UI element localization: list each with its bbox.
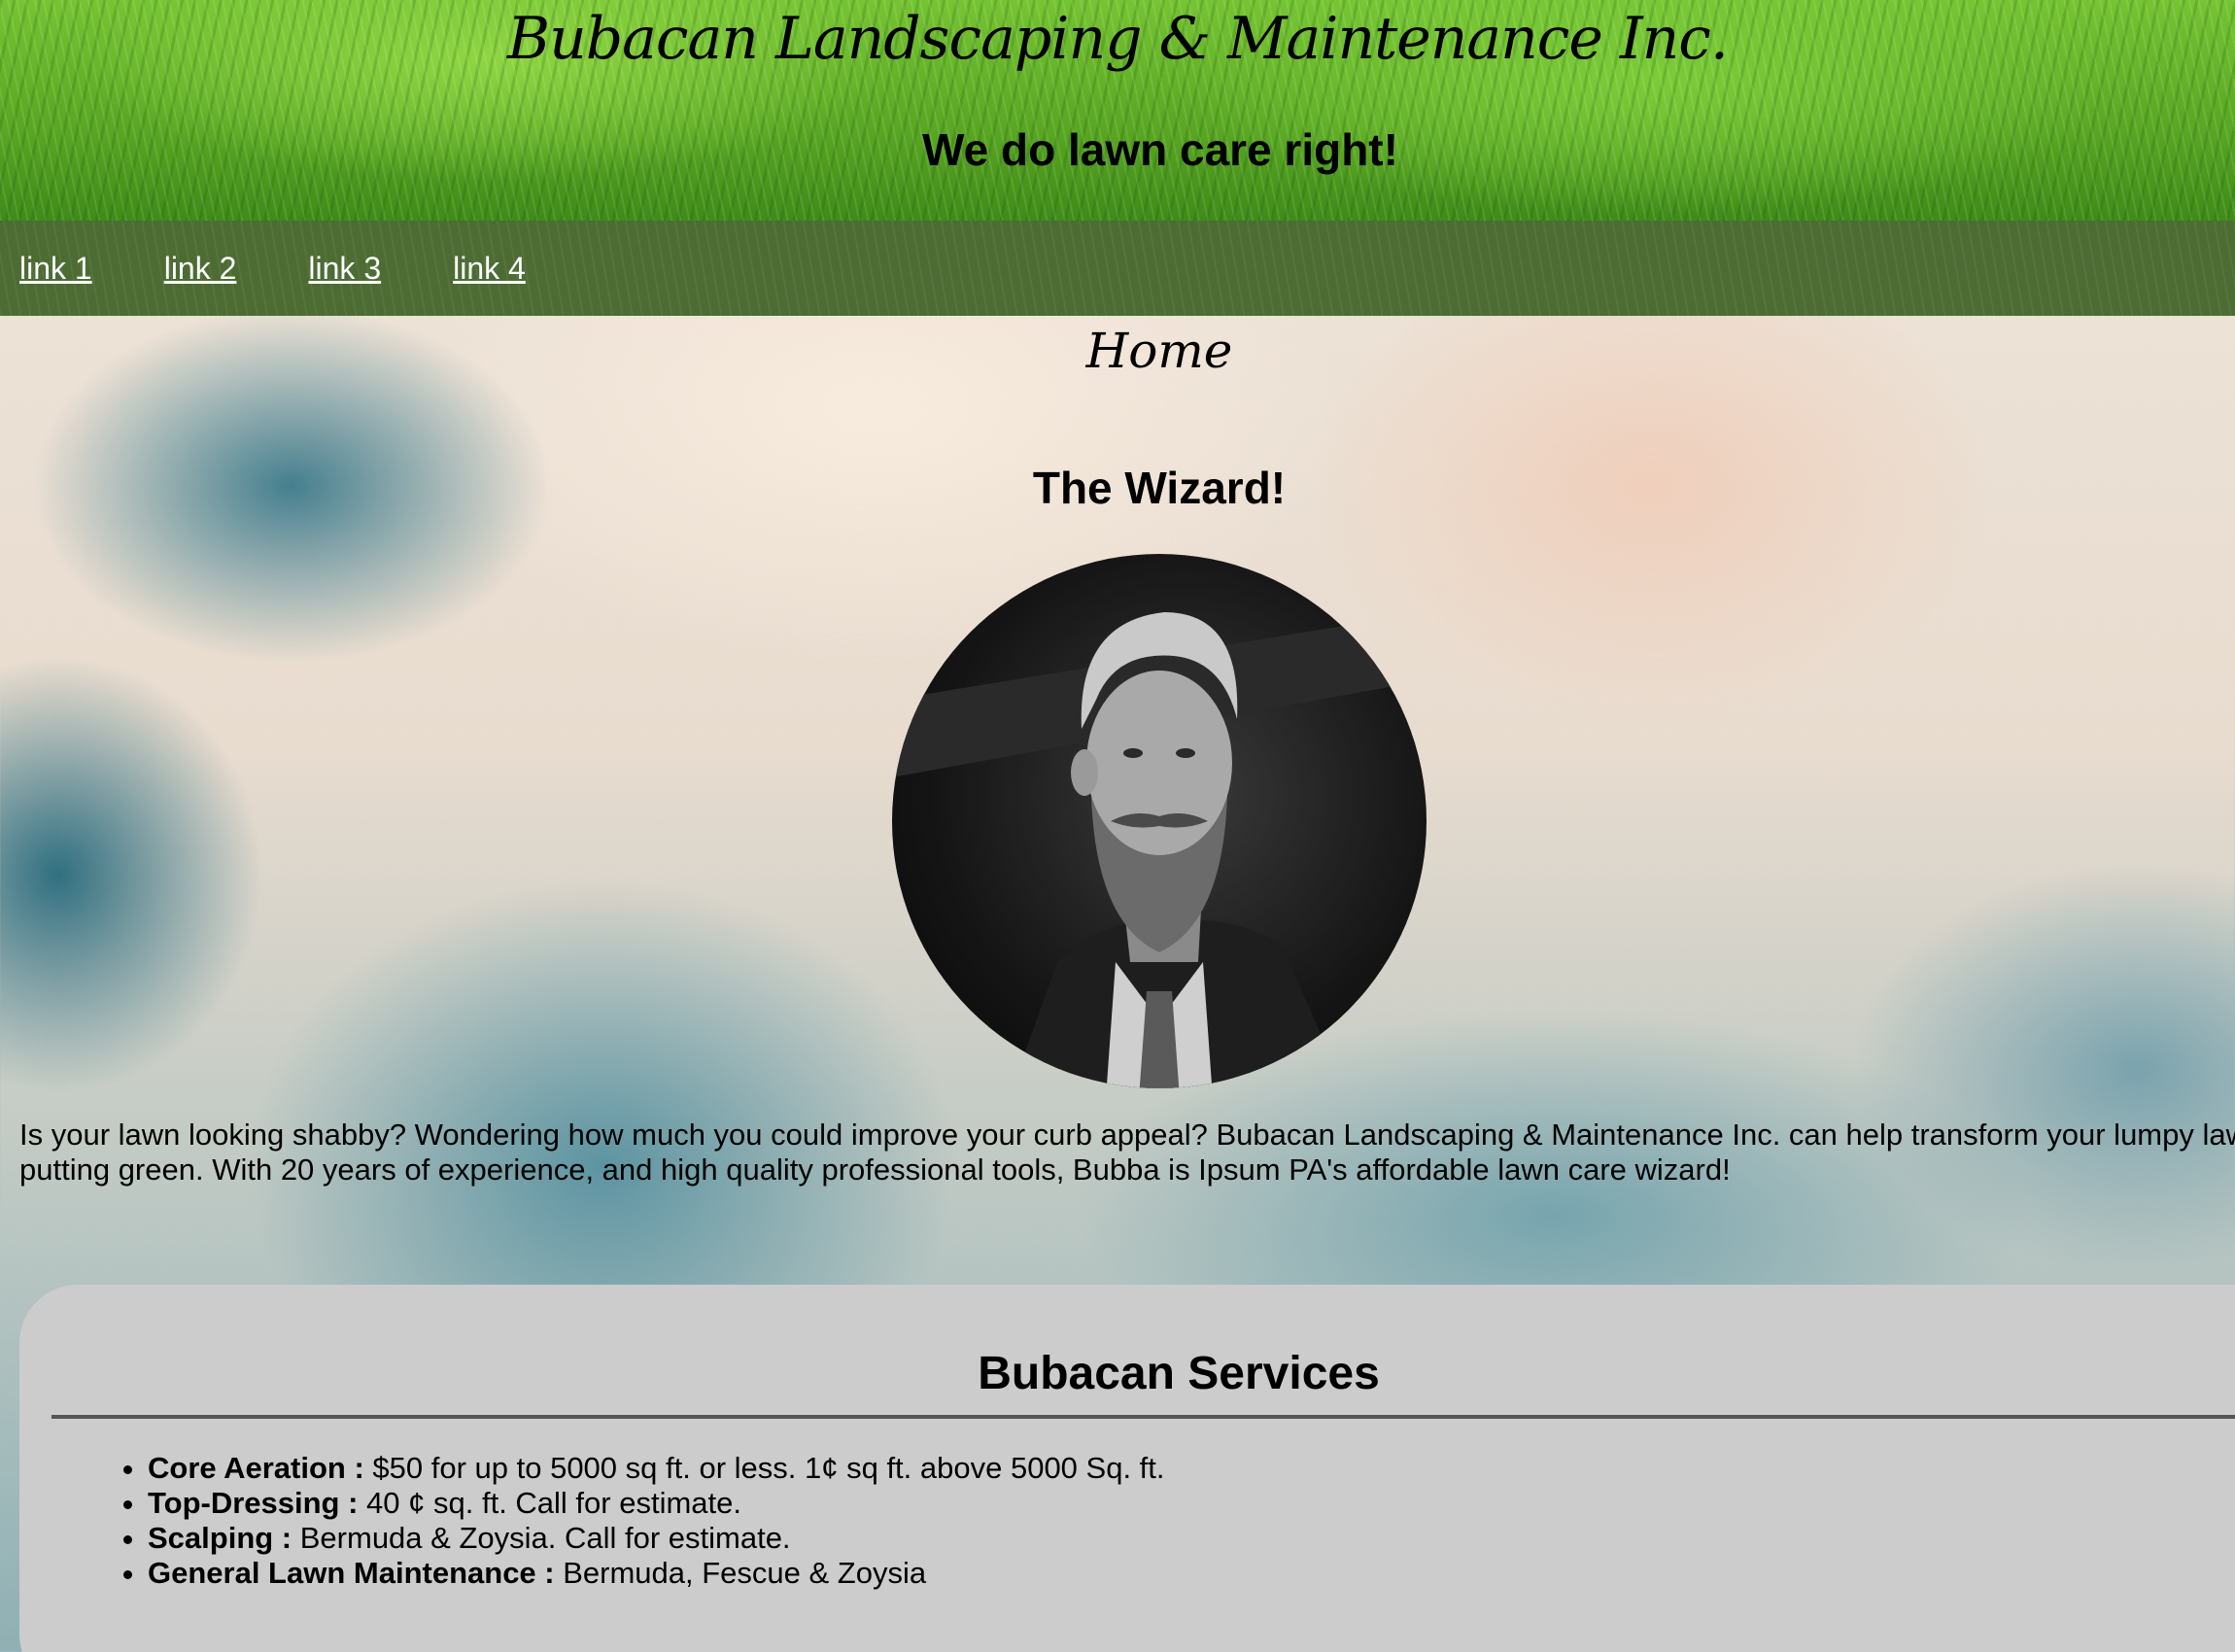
main-nav: link 1 link 2 link 3 link 4: [0, 221, 2235, 316]
service-item-general-maintenance: General Lawn Maintenance : Bermuda, Fesc…: [148, 1556, 1165, 1591]
site-header: Bubacan Landscaping & Maintenance Inc. W…: [0, 0, 2235, 221]
nav-link-2[interactable]: link 2: [164, 251, 237, 287]
nav-link-1[interactable]: link 1: [19, 251, 92, 287]
profile-photo: [892, 554, 1427, 1088]
tagline: We do lawn care right!: [922, 124, 1398, 175]
site-title: Bubacan Landscaping & Maintenance Inc.: [507, 5, 1729, 73]
services-card: Bubacan Services Core Aeration : $50 for…: [19, 1285, 2235, 1652]
page-title: Home: [1085, 323, 1233, 379]
nav-link-4[interactable]: link 4: [453, 251, 526, 287]
service-name: Core Aeration :: [148, 1451, 364, 1485]
profile-heading: The Wizard!: [1032, 463, 1287, 513]
services-list: Core Aeration : $50 for up to 5000 sq ft…: [126, 1451, 1165, 1591]
service-name: Scalping :: [148, 1521, 292, 1555]
services-divider: [52, 1415, 2235, 1419]
service-item-top-dressing: Top-Dressing : 40 ¢ sq. ft. Call for est…: [148, 1486, 1165, 1521]
nav-link-3[interactable]: link 3: [308, 251, 381, 287]
service-detail: Bermuda, Fescue & Zoysia: [554, 1556, 927, 1590]
intro-paragraph: Is your lawn looking shabby? Wondering h…: [19, 1118, 2235, 1187]
service-detail: Bermuda & Zoysia. Call for estimate.: [292, 1521, 791, 1555]
service-detail: $50 for up to 5000 sq ft. or less. 1¢ sq…: [363, 1451, 1165, 1485]
service-detail: 40 ¢ sq. ft. Call for estimate.: [358, 1486, 741, 1520]
portrait-illustration: [892, 612, 1427, 1088]
services-heading: Bubacan Services: [978, 1348, 1380, 1399]
service-item-core-aeration: Core Aeration : $50 for up to 5000 sq ft…: [148, 1451, 1165, 1486]
service-name: Top-Dressing :: [148, 1486, 359, 1520]
service-item-scalping: Scalping : Bermuda & Zoysia. Call for es…: [148, 1521, 1165, 1556]
service-name: General Lawn Maintenance :: [148, 1556, 555, 1590]
